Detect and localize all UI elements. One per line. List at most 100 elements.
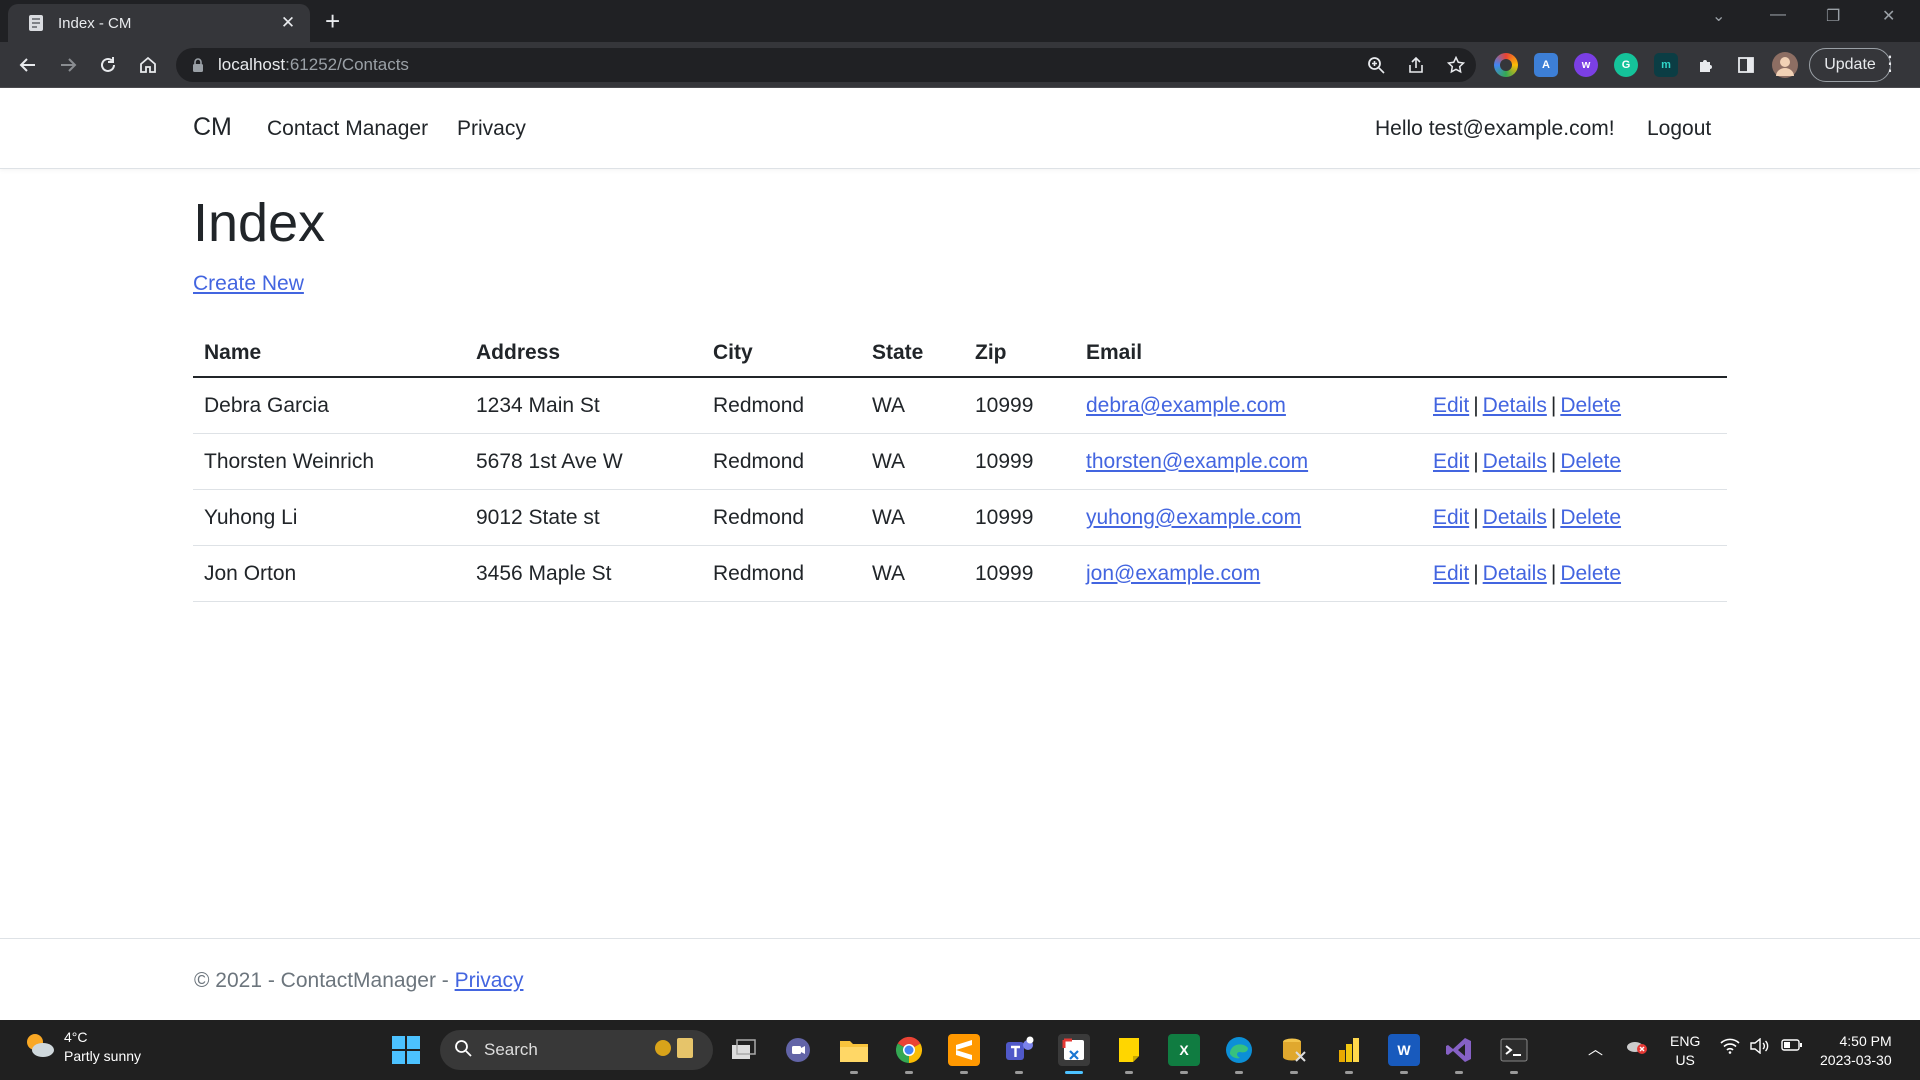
contact-email-link[interactable]: yuhong@example.com	[1086, 506, 1301, 530]
translate-extension-icon[interactable]: A	[1534, 53, 1558, 77]
chrome-icon[interactable]	[893, 1034, 925, 1074]
details-link[interactable]: Details	[1483, 506, 1547, 529]
snipping-tool-icon[interactable]	[1058, 1034, 1090, 1074]
delete-link[interactable]: Delete	[1560, 394, 1621, 417]
database-tool-icon[interactable]	[1278, 1034, 1310, 1074]
table-row: Thorsten Weinrich 5678 1st Ave W Redmond…	[193, 434, 1727, 490]
extensions-puzzle-icon[interactable]	[1694, 53, 1718, 77]
tab-search-icon[interactable]: ⌄	[1712, 6, 1725, 26]
home-icon[interactable]	[134, 51, 162, 79]
sublime-text-icon[interactable]	[948, 1034, 980, 1074]
language-indicator[interactable]: ENG US	[1670, 1032, 1700, 1070]
file-explorer-icon[interactable]	[838, 1034, 870, 1074]
edit-link[interactable]: Edit	[1433, 562, 1469, 585]
edge-icon[interactable]	[1223, 1034, 1255, 1074]
contact-state: WA	[872, 561, 906, 585]
nav-contact-manager[interactable]: Contact Manager	[267, 117, 428, 141]
battery-icon[interactable]	[1781, 1038, 1803, 1056]
nav-privacy[interactable]: Privacy	[457, 117, 526, 141]
table-row: Debra Garcia 1234 Main St Redmond WA 109…	[193, 378, 1727, 434]
power-bi-icon[interactable]	[1333, 1034, 1365, 1074]
separator: |	[1550, 393, 1557, 417]
contact-state: WA	[872, 449, 906, 473]
contact-zip: 10999	[975, 505, 1034, 529]
close-tab-icon[interactable]: ✕	[274, 13, 302, 33]
contact-email-link[interactable]: jon@example.com	[1086, 562, 1260, 586]
delete-link[interactable]: Delete	[1560, 450, 1621, 473]
table-header-row: Name Address City State Zip Email	[193, 330, 1727, 378]
create-new-link[interactable]: Create New	[193, 272, 304, 296]
contact-email-link[interactable]: debra@example.com	[1086, 394, 1286, 418]
teams-icon[interactable]	[1003, 1034, 1035, 1074]
profile-avatar[interactable]	[1772, 52, 1798, 78]
dev-extension-icon[interactable]: m	[1654, 53, 1678, 77]
grammarly-icon[interactable]: G	[1614, 53, 1638, 77]
site-footer: © 2021 - ContactManager - Privacy	[0, 938, 1920, 1020]
edit-link[interactable]: Edit	[1433, 506, 1469, 529]
contact-city: Redmond	[713, 561, 805, 585]
row-actions: Edit | Details | Delete	[1433, 562, 1621, 586]
url-text[interactable]: localhost:61252/Contacts	[218, 55, 1356, 75]
minimize-icon[interactable]: —	[1770, 6, 1786, 24]
clock-time: 4:50 PM	[1839, 1033, 1892, 1049]
zoom-icon[interactable]	[1356, 48, 1396, 82]
taskbar-search-box[interactable]: Search	[440, 1030, 713, 1070]
onedrive-icon[interactable]	[1626, 1038, 1648, 1058]
details-link[interactable]: Details	[1483, 450, 1547, 473]
browser-toolbar: localhost:61252/Contacts A w G m Update …	[0, 42, 1920, 88]
new-tab-icon[interactable]: +	[325, 8, 340, 34]
side-panel-icon[interactable]	[1734, 53, 1758, 77]
contact-zip: 10999	[975, 561, 1034, 585]
windows-start-icon[interactable]	[391, 1035, 421, 1065]
reload-icon[interactable]	[94, 51, 122, 79]
visual-studio-icon[interactable]	[1443, 1034, 1475, 1074]
tab-title: Index - CM	[58, 14, 132, 32]
close-window-icon[interactable]: ✕	[1882, 6, 1895, 26]
contact-state: WA	[872, 393, 906, 417]
w-extension-icon[interactable]: w	[1574, 53, 1598, 77]
footer-text: © 2021 - ContactManager - Privacy	[194, 969, 524, 992]
terminal-icon[interactable]	[1498, 1034, 1530, 1074]
column-header-email: Email	[1086, 341, 1143, 364]
weather-widget[interactable]: 4°C Partly sunny	[22, 1028, 141, 1066]
footer-privacy-link[interactable]: Privacy	[455, 969, 524, 992]
teams-chat-icon[interactable]	[782, 1034, 814, 1066]
volume-icon[interactable]	[1749, 1037, 1769, 1058]
word-icon[interactable]: W	[1388, 1034, 1420, 1074]
contact-state: WA	[872, 505, 906, 529]
contact-zip: 10999	[975, 393, 1034, 417]
forward-icon[interactable]	[54, 51, 82, 79]
bookmark-star-icon[interactable]	[1436, 48, 1476, 82]
chrome-menu-icon[interactable]: ⋮	[1880, 54, 1900, 74]
brand-link[interactable]: CM	[193, 113, 232, 142]
contact-email-link[interactable]: thorsten@example.com	[1086, 450, 1308, 474]
delete-link[interactable]: Delete	[1560, 562, 1621, 585]
restore-icon[interactable]: ❐	[1826, 6, 1840, 26]
back-icon[interactable]	[14, 51, 42, 79]
separator: |	[1550, 505, 1557, 529]
lock-icon[interactable]	[190, 57, 206, 73]
excel-icon[interactable]: X	[1168, 1034, 1200, 1074]
separator: |	[1473, 393, 1479, 417]
wifi-icon[interactable]	[1720, 1038, 1740, 1058]
page-title: Index	[193, 193, 326, 253]
edit-link[interactable]: Edit	[1433, 394, 1469, 417]
details-link[interactable]: Details	[1483, 394, 1547, 417]
share-icon[interactable]	[1396, 48, 1436, 82]
address-bar[interactable]: localhost:61252/Contacts	[176, 48, 1476, 82]
details-link[interactable]: Details	[1483, 562, 1547, 585]
column-header-city: City	[713, 341, 753, 364]
logout-button[interactable]: Logout	[1647, 117, 1711, 141]
update-button[interactable]: Update	[1809, 48, 1891, 82]
task-view-icon[interactable]	[728, 1034, 760, 1066]
delete-link[interactable]: Delete	[1560, 506, 1621, 529]
edit-link[interactable]: Edit	[1433, 450, 1469, 473]
browser-tab[interactable]: Index - CM ✕	[8, 4, 310, 42]
contact-name: Jon Orton	[204, 561, 297, 585]
page-favicon-icon	[26, 13, 46, 33]
user-greeting[interactable]: Hello test@example.com!	[1375, 117, 1615, 141]
system-clock[interactable]: 4:50 PM 2023-03-30	[1820, 1032, 1892, 1070]
sticky-notes-icon[interactable]	[1113, 1034, 1145, 1074]
color-picker-extension-icon[interactable]	[1494, 53, 1518, 77]
show-hidden-icons-icon[interactable]: ︿	[1588, 1038, 1603, 1059]
